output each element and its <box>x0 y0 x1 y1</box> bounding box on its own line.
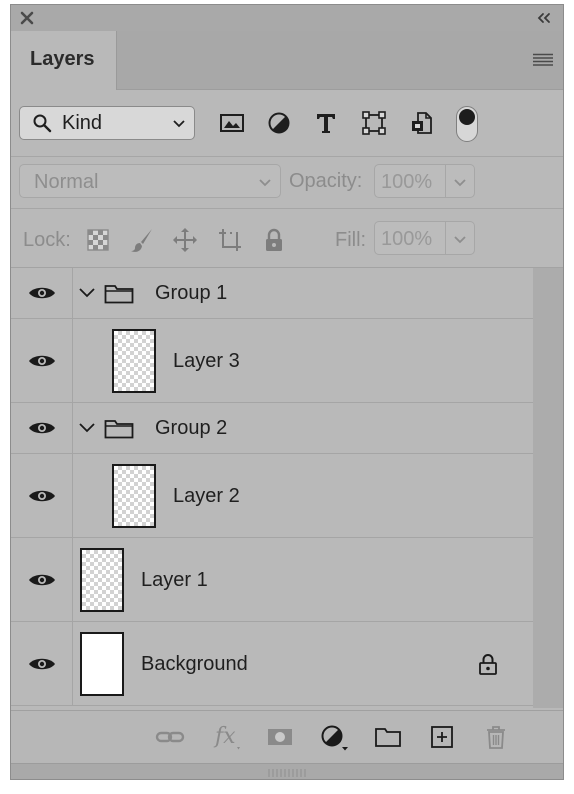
layer-name: Layer 1 <box>141 569 208 591</box>
filter-toggle-knob <box>459 109 475 125</box>
layer-row-layer-3[interactable]: Layer 3 <box>11 319 533 403</box>
fill-input[interactable]: 100% <box>374 221 475 255</box>
collapse-panel-icon[interactable] <box>535 12 553 24</box>
fill-value: 100% <box>381 228 433 250</box>
opacity-label: Opacity: <box>289 170 363 192</box>
blend-mode-select[interactable]: Normal <box>19 164 281 198</box>
chevron-down-icon <box>173 120 185 128</box>
layer-name: Layer 2 <box>173 485 240 507</box>
blend-row: Normal Opacity: 100% <box>11 156 563 209</box>
layer-row-layer-1[interactable]: Layer 1 <box>11 538 533 622</box>
type-filter-icon[interactable] <box>313 110 339 136</box>
layer-thumbnail[interactable] <box>80 632 124 696</box>
layer-mask-icon[interactable] <box>265 723 295 751</box>
folder-icon <box>104 285 134 304</box>
chevron-down-icon[interactable] <box>453 235 467 245</box>
filter-row: Kind <box>11 90 563 157</box>
eye-icon <box>29 490 55 501</box>
new-layer-icon[interactable] <box>427 723 457 751</box>
resize-grip-icon[interactable] <box>267 769 307 777</box>
eye-icon <box>29 355 55 366</box>
shape-filter-icon[interactable] <box>361 110 387 136</box>
fill-label: Fill: <box>335 229 367 251</box>
layer-name: Background <box>141 653 248 675</box>
layer-row-group-1[interactable]: Group 1 <box>11 268 533 319</box>
lock-icon <box>479 654 497 675</box>
layer-row-layer-2[interactable]: Layer 2 <box>11 454 533 538</box>
visibility-toggle[interactable] <box>11 538 73 621</box>
lock-transparent-pixels-icon[interactable] <box>85 227 111 253</box>
search-icon <box>33 114 52 133</box>
eye-icon <box>29 422 55 434</box>
layers-scrollbar[interactable] <box>533 268 563 708</box>
delete-layer-icon[interactable] <box>481 723 511 751</box>
lock-all-icon[interactable] <box>261 227 287 253</box>
layer-name: Group 2 <box>155 417 228 439</box>
layer-row-background[interactable]: Background <box>11 622 533 706</box>
new-group-icon[interactable] <box>373 723 403 751</box>
layer-thumbnail[interactable] <box>80 548 124 612</box>
layer-style-icon[interactable]: fx <box>213 723 243 751</box>
bottom-toolbar: fx <box>11 710 563 763</box>
tab-layers[interactable]: Layers <box>11 31 117 90</box>
chevron-down-icon <box>259 179 271 187</box>
svg-text:fx: fx <box>213 724 236 749</box>
visibility-toggle[interactable] <box>11 319 73 402</box>
layers-panel: Layers Kind Normal Opacity: 100% Lock: F… <box>10 4 564 780</box>
folder-icon <box>104 420 134 439</box>
panel-titlebar <box>11 5 563 32</box>
fill-divider <box>445 222 446 254</box>
resize-bar[interactable] <box>11 763 563 779</box>
panel-tab-row: Layers <box>11 31 563 90</box>
opacity-input[interactable]: 100% <box>374 164 475 198</box>
visibility-toggle[interactable] <box>11 622 73 705</box>
adjustment-layer-icon[interactable] <box>319 723 349 751</box>
adjustment-filter-icon[interactable] <box>266 110 292 136</box>
smart-object-filter-icon[interactable] <box>409 110 435 136</box>
eye-icon <box>29 287 55 299</box>
lock-label: Lock: <box>23 229 71 251</box>
visibility-toggle[interactable] <box>11 403 73 453</box>
visibility-toggle[interactable] <box>11 268 73 318</box>
lock-position-icon[interactable] <box>172 227 198 253</box>
image-filter-icon[interactable] <box>219 110 245 136</box>
chevron-down-icon[interactable] <box>453 178 467 188</box>
filter-kind-select[interactable]: Kind <box>19 106 195 140</box>
filter-toggle[interactable] <box>456 106 478 142</box>
layer-thumbnail[interactable] <box>112 464 156 528</box>
tab-layers-label: Layers <box>30 48 95 70</box>
opacity-value: 100% <box>381 171 433 193</box>
lock-image-pixels-icon[interactable] <box>129 227 155 253</box>
eye-icon <box>29 658 55 669</box>
layer-thumbnail[interactable] <box>112 329 156 393</box>
chevron-down-icon[interactable] <box>79 423 95 433</box>
layer-row-group-2[interactable]: Group 2 <box>11 403 533 454</box>
eye-icon <box>29 574 55 585</box>
lock-artboard-icon[interactable] <box>217 227 243 253</box>
layer-name: Layer 3 <box>173 350 240 372</box>
chevron-down-icon[interactable] <box>79 288 95 298</box>
panel-menu-icon[interactable] <box>533 53 553 67</box>
opacity-divider <box>445 165 446 197</box>
layer-name: Group 1 <box>155 282 228 304</box>
filter-kind-label: Kind <box>62 112 103 134</box>
close-icon[interactable] <box>19 10 35 26</box>
link-layers-icon[interactable] <box>155 723 185 751</box>
lock-row: Lock: Fill: 100% <box>11 209 563 268</box>
layers-list: Group 1 Layer 3 Group 2 Layer 2 Layer 1 … <box>11 268 533 708</box>
blend-mode-value: Normal <box>34 171 99 193</box>
visibility-toggle[interactable] <box>11 454 73 537</box>
